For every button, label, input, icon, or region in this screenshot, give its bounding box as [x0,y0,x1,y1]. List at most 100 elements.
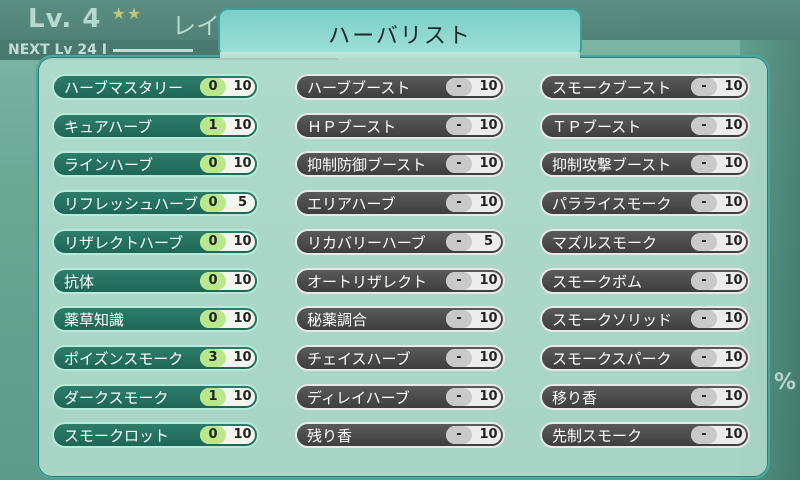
skill-level-badge: 05 [200,194,255,212]
skill-level-badge: -10 [446,78,501,96]
skill-current-level: 3 [200,349,226,367]
skill-level-badge: -10 [691,78,746,96]
skill-item[interactable]: ディレイハーブ -10 [295,384,505,410]
skill-name: エリアハーブ [307,195,396,213]
skill-level-badge: -10 [446,155,501,173]
skill-level-badge: -10 [446,117,501,135]
skill-max-level: 10 [724,311,743,326]
skill-current-level: 0 [200,272,226,290]
skill-name: パラライスモーク [552,195,672,213]
skill-max-level: 10 [233,79,252,94]
skill-max-level: 10 [479,311,498,326]
skill-item[interactable]: スモークソリッド -10 [540,306,750,332]
skill-current-level: - [691,310,717,328]
skill-max-level: 10 [724,79,743,94]
skill-max-level: 10 [724,273,743,288]
skill-max-level: 10 [233,273,252,288]
skill-item[interactable]: パラライスモーク -10 [540,190,750,216]
skill-name: マズルスモーク [552,234,658,252]
skill-current-level: - [691,194,717,212]
skill-max-level: 10 [724,195,743,210]
skill-level-badge: 0 10 [200,78,255,96]
skill-max-level: 10 [724,156,743,171]
skill-current-level: - [446,155,472,173]
skill-level-badge: -10 [446,310,501,328]
exp-bar [112,48,193,52]
skill-item[interactable]: エリアハーブ -10 [295,190,505,216]
skill-item[interactable]: スモークロット 0 10 [52,422,259,448]
skill-max-level: 10 [233,389,252,404]
skill-max-level: 10 [479,195,498,210]
skill-max-level: 10 [233,234,252,249]
skill-item[interactable]: マズルスモーク -10 [540,229,750,255]
skill-current-level: 0 [200,155,226,173]
skill-level-badge: -10 [691,426,746,444]
skill-name: 先制スモーク [552,427,643,445]
skill-name: リフレッシュハーブ [64,195,199,213]
skill-max-level: 10 [233,350,252,365]
skill-max-level: 10 [724,234,743,249]
skill-level-badge: -10 [691,233,746,251]
skill-current-level: - [446,272,472,290]
skill-item[interactable]: ラインハーブ 0 10 [52,151,259,177]
skill-item[interactable]: ＴＰブースト -10 [540,113,750,139]
skill-item[interactable]: 抑制攻撃ブースト -10 [540,151,750,177]
skill-name: キュアハーブ [64,118,153,136]
skill-name: スモークボム [552,273,643,291]
skill-item[interactable]: オートリザレクト -10 [295,268,505,294]
skill-max-level: 10 [233,118,252,133]
skill-name: 抗体 [64,273,95,291]
skill-item[interactable]: 残り香 -10 [295,422,505,448]
skill-name: スモークロット [64,427,170,445]
skill-item[interactable]: リザレクトハーブ 0 10 [52,229,259,255]
skill-max-level: 10 [479,118,498,133]
skill-current-level: - [691,272,717,290]
skill-item[interactable]: ダークスモーク 1 10 [52,384,259,410]
skill-current-level: 0 [200,78,226,96]
skill-item[interactable]: スモークボム -10 [540,268,750,294]
skill-max-level: 10 [479,350,498,365]
skill-name: ポイズンスモーク [64,350,184,368]
skill-level-badge: -10 [446,426,501,444]
skill-name: ＴＰブースト [552,118,642,136]
skill-name: オートリザレクト [307,273,428,291]
skill-item[interactable]: 移り香 -10 [540,384,750,410]
skill-item[interactable]: リカバリーハーブ -5 [295,229,505,255]
title-tab-joint [220,52,580,58]
skill-item[interactable]: 抗体 0 10 [52,268,259,294]
skill-item[interactable]: ポイズンスモーク 3 10 [52,345,259,371]
skill-item[interactable]: ハーブマスタリー 0 10 [52,74,259,100]
skill-max-level: 5 [483,234,494,249]
skill-item[interactable]: キュアハーブ 1 10 [52,113,259,139]
skill-current-level: - [446,78,472,96]
skill-item[interactable]: リフレッシュハーブ 0 5 [52,190,259,216]
skill-item[interactable]: 秘薬調合 -10 [295,306,505,332]
skill-max-level: 10 [479,79,498,94]
skill-name: スモークスパーク [552,350,672,368]
skill-max-level: 10 [233,311,252,326]
skill-max-level: 10 [233,427,252,442]
skill-item[interactable]: 薬草知識 0 10 [52,306,259,332]
skill-current-level: - [691,78,717,96]
skill-current-level: 0 [200,426,226,444]
skill-level-badge: 1 10 [200,117,255,135]
skill-max-level: 10 [479,156,498,171]
skill-name: スモークソリッド [552,311,673,329]
skill-level-badge: -10 [691,272,746,290]
skill-item[interactable]: チェイスハーブ -10 [295,345,505,371]
skill-name: ディレイハーブ [307,389,410,407]
skill-item[interactable]: ＨＰブースト -10 [295,113,505,139]
skill-name: ラインハーブ [64,156,154,174]
skill-item[interactable]: スモークブースト -10 [540,74,750,100]
skill-name: 移り香 [552,389,598,407]
skill-current-level: - [446,233,472,251]
skill-max-level: 10 [724,350,743,365]
skill-name: スモークブースト [552,79,672,97]
skill-level-badge: -10 [691,117,746,135]
skill-item[interactable]: 先制スモーク -10 [540,422,750,448]
skill-item[interactable]: ハーブブースト -10 [295,74,505,100]
skill-item[interactable]: スモークスパーク -10 [540,345,750,371]
skill-item[interactable]: 抑制防御ブースト -10 [295,151,505,177]
skill-name: 薬草知識 [64,311,125,329]
skill-current-level: 1 [200,117,226,135]
